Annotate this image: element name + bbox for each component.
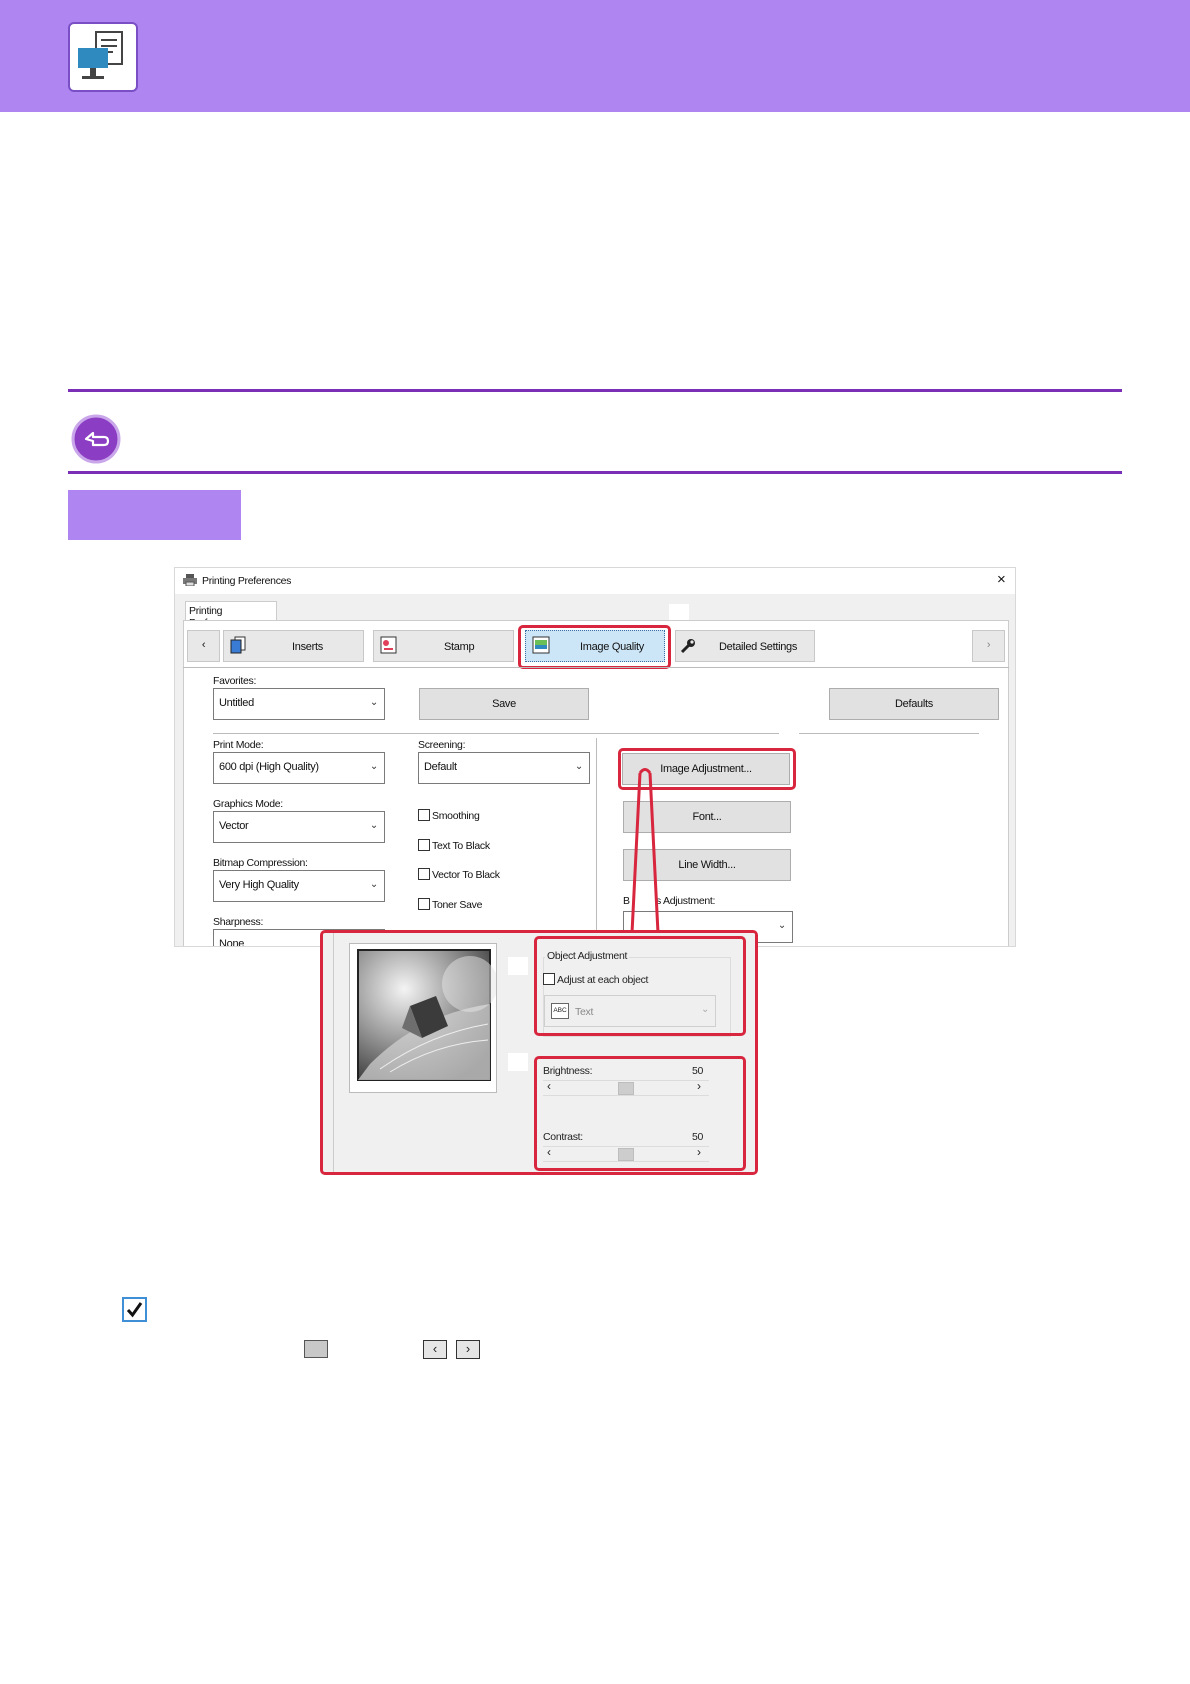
font-button-label: Font... — [692, 811, 722, 823]
tab-detailed-settings-label: Detailed Settings — [719, 641, 798, 653]
sharpness-label: Sharpness: — [213, 916, 264, 928]
header-band — [0, 0, 1190, 112]
tab-row-divider — [183, 667, 1009, 668]
screening-select[interactable]: Default ⌄ — [418, 752, 590, 784]
left-arrow-glyph: ‹ — [432, 1341, 438, 1356]
favorites-label: Favorites: — [213, 675, 257, 687]
left-arrow-key-icon: ‹ — [423, 1340, 447, 1359]
line-width-button[interactable]: Line Width... — [623, 849, 791, 881]
preview-image — [357, 949, 498, 1081]
brightness-contrast-highlight — [534, 1056, 746, 1171]
image-quality-tab-highlight — [518, 625, 671, 669]
image-adjustment-zoom-panel: Object Adjustment Adjust at each object … — [320, 930, 758, 1175]
chevron-right-icon: › — [986, 639, 991, 651]
smoothing-checkbox[interactable]: Smoothing — [418, 809, 480, 822]
print-mode-value: 600 dpi (High Quality) — [219, 761, 319, 773]
font-button[interactable]: Font... — [623, 801, 791, 833]
screening-value: Default — [424, 761, 457, 773]
object-adjustment-highlight — [534, 936, 746, 1036]
checkbox-box — [418, 868, 430, 880]
blank-marker — [669, 604, 689, 620]
bitmap-adjustment-label-start: B — [623, 895, 630, 907]
print-mode-label: Print Mode: — [213, 739, 264, 751]
graphics-mode-select[interactable]: Vector ⌄ — [213, 811, 385, 843]
bitmap-compression-value: Very High Quality — [219, 879, 299, 891]
dialog-title: Printing Preferences — [202, 575, 292, 587]
chevron-down-icon: ⌄ — [777, 920, 786, 931]
favorites-value: Untitled — [219, 697, 254, 709]
bottom-rule — [68, 471, 1122, 474]
close-button[interactable]: × — [997, 571, 1006, 588]
tab-inserts-label: Inserts — [292, 641, 323, 653]
favorites-divider-left — [213, 733, 779, 734]
blank-marker — [508, 957, 528, 975]
printer-icon — [183, 574, 197, 587]
top-rule — [68, 389, 1122, 392]
printer-document-icon — [68, 22, 138, 92]
blank-marker — [508, 1053, 528, 1071]
graphics-mode-label: Graphics Mode: — [213, 798, 283, 810]
wrench-icon — [679, 637, 697, 655]
chevron-down-icon: ⌄ — [369, 697, 378, 708]
vector-to-black-checkbox[interactable]: Vector To Black — [418, 868, 500, 881]
bitmap-adjustment-label-end: s Adjustment: — [656, 895, 716, 907]
favorites-divider-right — [799, 733, 979, 734]
defaults-button[interactable]: Defaults — [829, 688, 999, 720]
print-mode-select[interactable]: 600 dpi (High Quality) ⌄ — [213, 752, 385, 784]
toner-save-label: Toner Save — [432, 899, 483, 911]
printing-preferences-dialog: Printing Preferences × Printing Preferen… — [174, 567, 1016, 947]
return-arrow-icon[interactable] — [71, 414, 121, 464]
tab-stamp[interactable]: Stamp — [373, 630, 514, 662]
save-button[interactable]: Save — [419, 688, 589, 720]
right-arrow-glyph: › — [465, 1341, 471, 1356]
defaults-button-label: Defaults — [895, 698, 933, 710]
chevron-left-icon: ‹ — [201, 639, 206, 651]
screening-label: Screening: — [418, 739, 466, 751]
column-divider — [596, 738, 597, 938]
stamp-icon — [380, 636, 398, 654]
checkbox-box — [418, 809, 430, 821]
smoothing-label: Smoothing — [432, 810, 480, 822]
tab-stamp-label: Stamp — [444, 641, 475, 653]
tab-detailed-settings[interactable]: Detailed Settings — [675, 630, 815, 662]
sharpness-value: None — [219, 938, 245, 947]
preview-frame — [349, 943, 498, 1093]
vector-to-black-label: Vector To Black — [432, 869, 500, 881]
bitmap-compression-select[interactable]: Very High Quality ⌄ — [213, 870, 385, 902]
image-adjustment-highlight — [618, 748, 796, 790]
tab-scroll-left[interactable]: ‹ — [187, 630, 220, 662]
tab-scroll-right[interactable]: › — [972, 630, 1005, 662]
section-label-box — [68, 490, 241, 540]
text-to-black-label: Text To Black — [432, 840, 490, 852]
save-button-label: Save — [492, 698, 516, 710]
checkbox-box — [418, 898, 430, 910]
tab-group-label[interactable]: Printing Preferences — [185, 601, 277, 629]
tab-inserts[interactable]: Inserts — [223, 630, 364, 662]
slider-thumb-icon — [304, 1340, 328, 1358]
chevron-down-icon: ⌄ — [369, 879, 378, 890]
toner-save-checkbox[interactable]: Toner Save — [418, 898, 482, 911]
inserts-icon — [230, 636, 248, 654]
chevron-down-icon: ⌄ — [574, 761, 583, 772]
bitmap-compression-label: Bitmap Compression: — [213, 857, 308, 869]
favorites-select[interactable]: Untitled ⌄ — [213, 688, 385, 720]
dialog-titlebar: Printing Preferences × — [175, 568, 1015, 594]
chevron-down-icon: ⌄ — [369, 820, 378, 831]
checkbox-checked-icon — [122, 1297, 147, 1322]
chevron-down-icon: ⌄ — [369, 761, 378, 772]
right-arrow-key-icon: › — [456, 1340, 480, 1359]
checkbox-box — [418, 839, 430, 851]
line-width-label: Line Width... — [678, 859, 736, 871]
graphics-mode-value: Vector — [219, 820, 249, 832]
text-to-black-checkbox[interactable]: Text To Black — [418, 839, 490, 852]
